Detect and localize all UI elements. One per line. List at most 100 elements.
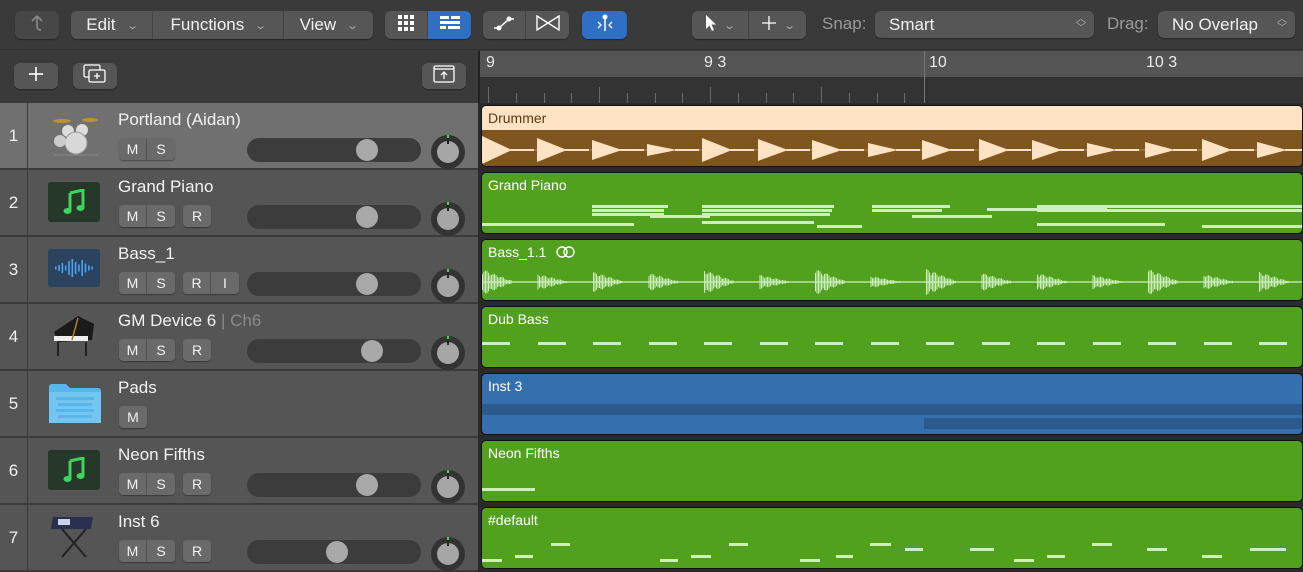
ruler-tick bbox=[488, 87, 489, 103]
mute-button[interactable]: M bbox=[119, 540, 147, 562]
region-midi[interactable]: Neon Fifths bbox=[481, 440, 1303, 502]
track-name[interactable]: GM Device 6 | Ch6 bbox=[118, 311, 261, 331]
view-menu[interactable]: View ⌄ bbox=[284, 11, 373, 39]
drum-kit-icon[interactable] bbox=[48, 115, 100, 156]
region-audio[interactable]: Bass_1.1 bbox=[481, 239, 1303, 301]
track-name[interactable]: Grand Piano bbox=[118, 177, 213, 197]
volume-slider[interactable] bbox=[247, 138, 421, 162]
secondary-tool-menu[interactable]: ⌄ bbox=[749, 11, 806, 39]
waveform-icon[interactable] bbox=[48, 249, 100, 289]
midi-note bbox=[702, 209, 832, 212]
slider-knob[interactable] bbox=[356, 273, 378, 295]
ruler-tick bbox=[543, 93, 545, 103]
keyboard-stand-icon[interactable] bbox=[48, 511, 100, 563]
slider-knob[interactable] bbox=[356, 206, 378, 228]
pan-knob[interactable] bbox=[431, 470, 465, 504]
volume-slider[interactable] bbox=[247, 272, 421, 296]
region-folder[interactable]: Inst 3 bbox=[481, 373, 1303, 435]
region-drummer[interactable]: Drummer bbox=[481, 105, 1303, 167]
slider-knob[interactable] bbox=[326, 541, 348, 563]
midi-note bbox=[870, 342, 899, 345]
flex-button[interactable] bbox=[526, 11, 569, 39]
automation-button[interactable] bbox=[483, 11, 526, 39]
track-header[interactable]: 1 Portland (Aidan) M S bbox=[0, 103, 478, 170]
mute-button[interactable]: M bbox=[119, 205, 147, 227]
midi-note bbox=[1014, 559, 1034, 562]
record-enable-button[interactable]: R bbox=[183, 272, 211, 294]
slider-knob[interactable] bbox=[361, 340, 383, 362]
mute-solo-group: MS bbox=[119, 272, 175, 294]
folder-icon[interactable] bbox=[48, 383, 101, 423]
mute-button[interactable]: M bbox=[119, 272, 147, 294]
track-list: 1 Portland (Aidan) M S 2 Grand Piano M S R 3 Bass_… bbox=[0, 103, 478, 572]
volume-slider[interactable] bbox=[247, 205, 421, 229]
pan-knob[interactable] bbox=[431, 269, 465, 303]
track-header[interactable]: 3 Bass_1 M S R I bbox=[0, 237, 478, 304]
record-enable-button[interactable]: R bbox=[183, 339, 211, 361]
midi-note bbox=[1202, 225, 1302, 228]
input-monitor-button[interactable]: I bbox=[211, 272, 239, 294]
solo-button[interactable]: S bbox=[147, 138, 175, 160]
region-midi[interactable]: Dub Bass bbox=[481, 306, 1303, 368]
mute-button[interactable]: M bbox=[119, 138, 147, 160]
pan-knob[interactable] bbox=[431, 135, 465, 169]
music-note-icon[interactable] bbox=[48, 182, 100, 222]
pan-knob[interactable] bbox=[431, 202, 465, 236]
solo-button[interactable]: S bbox=[147, 272, 175, 294]
drag-select[interactable]: No Overlap ︿ ﹀ bbox=[1158, 11, 1295, 38]
region-midi[interactable]: #default bbox=[481, 507, 1303, 569]
mute-button[interactable]: M bbox=[119, 339, 147, 361]
solo-button[interactable]: S bbox=[147, 205, 175, 227]
add-track-button[interactable] bbox=[14, 63, 58, 89]
grid-view-button[interactable] bbox=[385, 11, 428, 39]
track-header-bar bbox=[0, 51, 478, 103]
solo-button[interactable]: S bbox=[147, 339, 175, 361]
record-input-group: R bbox=[183, 205, 211, 227]
pan-knob[interactable] bbox=[431, 537, 465, 571]
collapse-button[interactable] bbox=[422, 63, 466, 89]
region-midi[interactable]: Grand Piano bbox=[481, 172, 1303, 234]
record-enable-button[interactable]: R bbox=[183, 205, 211, 227]
volume-slider[interactable] bbox=[247, 339, 421, 363]
track-header[interactable]: 4 GM Device 6 | Ch6 M S R bbox=[0, 304, 478, 371]
track-header[interactable]: 6 Neon Fifths M S R bbox=[0, 438, 478, 505]
duplicate-track-button[interactable] bbox=[73, 63, 117, 89]
track-header[interactable]: 7 Inst 6MSR bbox=[0, 505, 478, 572]
timeline-ruler[interactable]: 9 9 3 10 10 3 bbox=[480, 51, 1303, 103]
record-enable-button[interactable]: R bbox=[183, 473, 211, 495]
channel-label: | Ch6 bbox=[220, 311, 262, 330]
arrange-area: Drummer Grand Piano Bass_1.1 Dub Bass Inst … bbox=[478, 103, 1303, 572]
track-name[interactable]: Bass_1 bbox=[118, 244, 175, 264]
pan-knob[interactable] bbox=[431, 336, 465, 370]
track-header[interactable]: 2 Grand Piano M S R bbox=[0, 170, 478, 237]
solo-button[interactable]: S bbox=[147, 540, 175, 562]
grand-piano-icon[interactable] bbox=[48, 310, 100, 362]
functions-menu[interactable]: Functions ⌄ bbox=[153, 11, 284, 39]
mute-button[interactable]: M bbox=[119, 406, 147, 428]
track-name[interactable]: Inst 6 bbox=[118, 512, 160, 532]
music-note-icon[interactable] bbox=[48, 450, 100, 490]
midi-note bbox=[1037, 205, 1302, 208]
record-enable-button[interactable]: R bbox=[183, 540, 211, 562]
midi-note bbox=[1202, 555, 1222, 558]
volume-slider[interactable] bbox=[247, 473, 421, 497]
solo-button[interactable]: S bbox=[147, 473, 175, 495]
pointer-tool-menu[interactable]: ⌄ bbox=[692, 11, 749, 39]
edit-menu[interactable]: Edit ⌄ bbox=[71, 11, 153, 39]
catch-button[interactable] bbox=[582, 11, 627, 39]
track-name[interactable]: Portland (Aidan) bbox=[118, 110, 241, 130]
track-name[interactable]: Pads bbox=[118, 378, 157, 398]
volume-slider[interactable] bbox=[247, 540, 421, 564]
track-name[interactable]: Neon Fifths bbox=[118, 445, 205, 465]
folder-lane bbox=[482, 404, 1302, 415]
record-input-group: R bbox=[183, 339, 211, 361]
slider-knob[interactable] bbox=[356, 139, 378, 161]
midi-note bbox=[729, 543, 748, 546]
snap-select[interactable]: Smart ︿ ﹀ bbox=[875, 11, 1094, 38]
slider-knob[interactable] bbox=[356, 474, 378, 496]
back-button[interactable] bbox=[15, 11, 59, 39]
mute-button[interactable]: M bbox=[119, 473, 147, 495]
track-header[interactable]: 5 Pads M bbox=[0, 371, 478, 438]
list-view-button[interactable] bbox=[428, 11, 471, 39]
mute-solo-group: MS bbox=[119, 540, 175, 562]
